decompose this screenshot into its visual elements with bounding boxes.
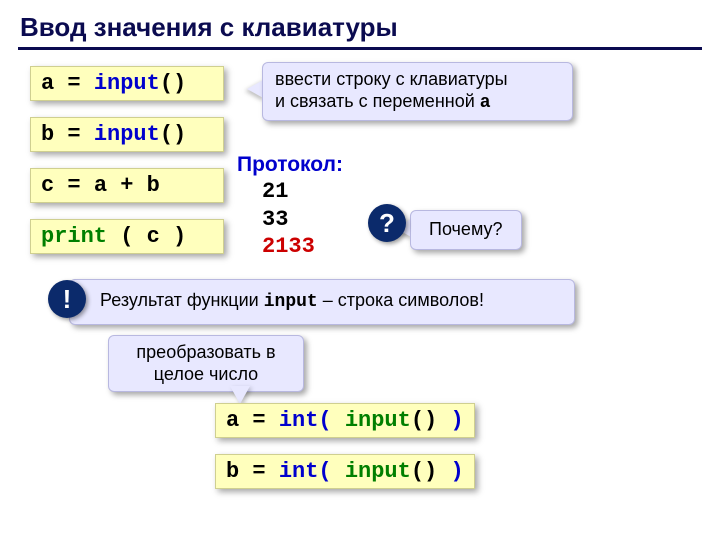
code-token: = [67,173,80,198]
code-token: () [160,122,186,147]
code-token: a [226,408,239,433]
page-title: Ввод значения с клавиатуры [20,12,398,43]
code-token: input [94,122,160,147]
protocol-label: Протокол: [237,153,343,177]
callout-text-mono: a [480,93,491,113]
code-token: b [226,459,239,484]
code-token: a + b [94,173,160,198]
code-token: ) [450,408,463,433]
callout-result: Результат функции input – строка символо… [69,279,575,325]
code-token: = [252,408,265,433]
callout-text: преобразовать в [136,342,275,362]
code-token: = [67,122,80,147]
code-token: = [252,459,265,484]
callout-convert: преобразовать в целое число [108,335,304,392]
code-token: c [41,173,54,198]
protocol-line: 33 [262,206,315,234]
callout-text: целое число [154,364,258,384]
code-token: b [41,122,54,147]
code-a-input: a = input() [30,66,224,101]
code-token: ( c ) [120,224,186,249]
code-b-int-input: b = int( input() ) [215,454,475,489]
protocol-values: 21 33 2133 [262,178,315,261]
code-c-sum: c = a + b [30,168,224,203]
callout-input-explain: ввести строку с клавиатуры и связать с п… [262,62,573,121]
code-token: () [411,459,437,484]
title-underline [18,47,702,50]
code-token: input [94,71,160,96]
question-badge-icon: ? [368,204,406,242]
callout-why: Почему? [410,210,522,250]
protocol-result: 2133 [262,233,315,261]
code-token: input [345,408,411,433]
callout-text: Почему? [429,219,503,239]
code-token: () [160,71,186,96]
callout-text: Результат функции [100,290,264,310]
code-b-input: b = input() [30,117,224,152]
exclaim-badge-icon: ! [48,280,86,318]
code-token: input [345,459,411,484]
callout-text-mono: input [264,292,318,312]
code-a-int-input: a = int( input() ) [215,403,475,438]
callout-text: – строка символов! [318,290,484,310]
callout-text: и связать с переменной [275,91,480,111]
callout-text: ввести строку с клавиатуры [275,69,508,89]
code-print: print ( c ) [30,219,224,254]
code-token: ) [450,459,463,484]
callout-tail-icon [230,386,250,404]
code-token: = [67,71,80,96]
code-token: int( [279,408,332,433]
code-token: print [41,224,107,249]
code-token: () [411,408,437,433]
code-token: int( [279,459,332,484]
code-token: a [41,71,54,96]
protocol-line: 21 [262,178,315,206]
